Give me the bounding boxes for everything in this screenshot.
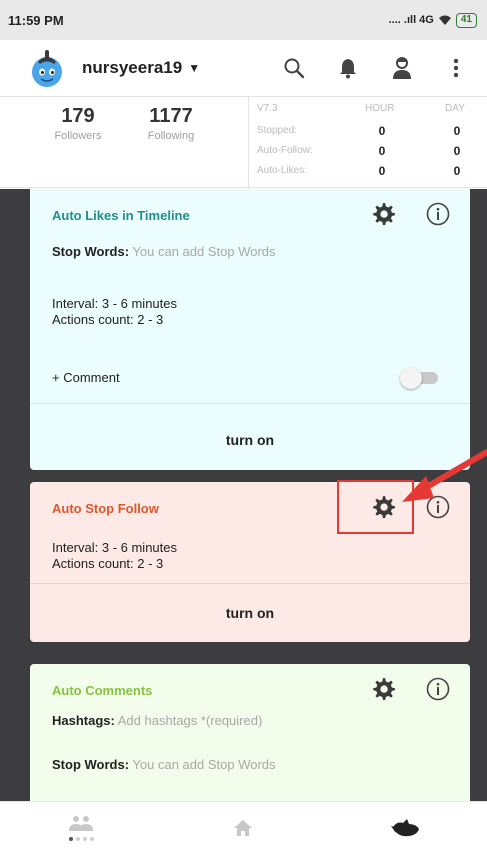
stop-words-label: Stop Words: — [52, 757, 130, 772]
nav-home[interactable] — [162, 802, 324, 854]
comment-toggle[interactable] — [400, 367, 440, 389]
column-day: DAY — [445, 103, 465, 114]
avatar[interactable] — [28, 48, 66, 88]
stop-words-placeholder: You can add Stop Words — [132, 757, 276, 772]
auto-follow-day: 0 — [453, 144, 461, 158]
bottom-nav — [0, 801, 487, 854]
wifi-icon — [438, 15, 451, 25]
hashtags-row[interactable]: Hashtags: Add hashtags *(required) — [52, 713, 262, 728]
account-dropdown-icon[interactable]: ▼ — [188, 61, 200, 75]
stopped-day: 0 — [453, 124, 461, 138]
red-arrow-annotation — [402, 449, 487, 502]
stopped-hour: 0 — [378, 124, 386, 138]
followers-label: Followers — [54, 130, 102, 142]
info-icon[interactable] — [426, 202, 450, 226]
following-count: 1177 — [149, 105, 193, 127]
following-label: Following — [147, 130, 195, 142]
actions-count-text: Actions count: 2 - 3 — [52, 312, 164, 327]
account-username[interactable]: nursyeera19 — [82, 58, 182, 78]
followers-stat[interactable]: 179 Followers — [48, 105, 108, 142]
row-label-auto-likes: Auto-Likes: — [257, 165, 308, 176]
gear-icon[interactable] — [370, 676, 396, 702]
home-icon — [234, 820, 253, 836]
bird-icon — [390, 819, 419, 837]
search-icon[interactable] — [279, 53, 309, 83]
interval-text: Interval: 3 - 6 minutes — [52, 540, 177, 555]
app-header: nursyeera19 ▼ — [0, 40, 487, 96]
info-icon[interactable] — [426, 677, 450, 701]
interval-text: Interval: 3 - 6 minutes — [52, 296, 177, 311]
hashtags-placeholder: Add hashtags *(required) — [117, 713, 263, 728]
actions-count-text: Actions count: 2 - 3 — [52, 556, 164, 571]
stats-panel: 179 Followers 1177 Following V7.3 HOUR D… — [0, 96, 487, 189]
auto-likes-card: Auto Likes in Timeline Stop Words: You c… — [30, 189, 470, 470]
app-version: V7.3 — [257, 103, 278, 114]
people-icon — [69, 816, 94, 831]
add-comment-label[interactable]: + Comment — [52, 370, 120, 385]
genie-avatar-icon — [32, 50, 62, 87]
column-hour: HOUR — [365, 103, 395, 114]
auto-follow-hour: 0 — [378, 144, 386, 158]
nav-people[interactable] — [0, 802, 162, 854]
signal-indicator: .... .ıll 4G — [388, 14, 434, 26]
status-indicators: .... .ıll 4G 41 — [388, 12, 477, 28]
auto-comments-card: Auto Comments Hashtags: Add hashtags *(r… — [30, 664, 470, 801]
hashtags-label: Hashtags: — [52, 713, 115, 728]
card-title: Auto Stop Follow — [52, 501, 159, 516]
auto-likes-day: 0 — [453, 164, 461, 178]
card-title: Auto Comments — [52, 683, 153, 698]
stop-words-placeholder: You can add Stop Words — [132, 244, 276, 259]
page-indicator — [68, 837, 94, 841]
followers-count: 179 — [61, 105, 95, 127]
auto-likes-hour: 0 — [378, 164, 386, 178]
row-label-auto-follow: Auto-Follow: — [257, 145, 313, 156]
stop-words-label: Stop Words: — [52, 244, 130, 259]
turn-on-button[interactable]: turn on — [30, 605, 470, 621]
following-stat[interactable]: 1177 Following — [138, 105, 204, 142]
card-title: Auto Likes in Timeline — [52, 208, 190, 223]
row-label-stopped: Stopped: — [257, 125, 298, 136]
activity-table: V7.3 HOUR DAY Stopped: 0 0 Auto-Follow: … — [248, 97, 487, 189]
nav-bird[interactable] — [325, 802, 487, 854]
stop-words-row[interactable]: Stop Words: You can add Stop Words — [52, 757, 276, 772]
more-vert-icon[interactable] — [441, 53, 471, 83]
status-bar: 11:59 PM .... .ıll 4G 41 — [0, 0, 487, 40]
bell-icon[interactable] — [333, 53, 363, 83]
account-icon[interactable] — [387, 53, 417, 83]
battery-indicator: 41 — [455, 12, 477, 28]
stop-words-row[interactable]: Stop Words: You can add Stop Words — [52, 244, 276, 259]
gear-icon[interactable] — [370, 201, 396, 227]
status-time: 11:59 PM — [8, 12, 64, 28]
